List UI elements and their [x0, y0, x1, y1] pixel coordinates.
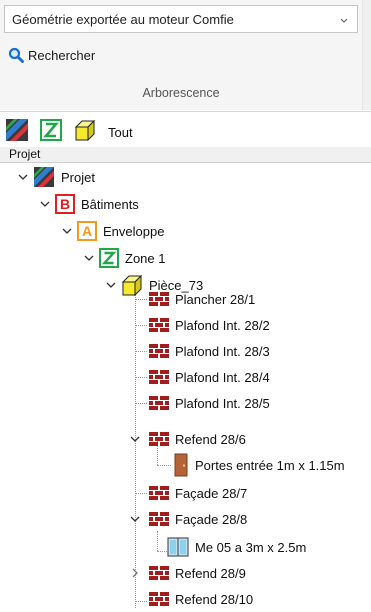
chevron-down-icon[interactable]: [106, 280, 116, 290]
tree-node-label: Refend 28/10: [175, 591, 254, 607]
tree-node-label: Plancher 28/1: [175, 291, 256, 307]
brick-wall-icon: [149, 486, 169, 500]
tree-node-wall[interactable]: Refend 28/6: [149, 427, 246, 451]
enveloppe-icon: A: [77, 221, 97, 241]
tree-node-label: Refend 28/9: [175, 565, 246, 581]
brick-wall-icon: [149, 344, 169, 358]
brick-wall-icon: [149, 592, 169, 606]
tree-node-label: Plafond Int. 28/3: [175, 343, 270, 359]
tree-node-label: Bâtiments: [81, 196, 139, 212]
brick-wall-icon: [149, 370, 169, 384]
tree-node-wall[interactable]: Refend 28/10: [149, 587, 253, 611]
tree-node-window[interactable]: Me 05 a 3m x 2.5m: [167, 535, 306, 559]
tree-node-wall[interactable]: Plancher 28/1: [149, 287, 255, 311]
tree-node-door[interactable]: Portes entrée 1m x 1.15m: [173, 453, 345, 477]
projet-filter-icon[interactable]: [6, 119, 28, 141]
geometry-filter-select[interactable]: Géométrie exportée au moteur Comfie: [4, 5, 358, 33]
tree-node-label: Me 05 a 3m x 2.5m: [195, 539, 307, 555]
tree-connector: [135, 288, 136, 608]
svg-text:A: A: [82, 223, 92, 239]
tree-node-label: Plafond Int. 28/5: [175, 395, 270, 411]
tree-node-label: Portes entrée 1m x 1.15m: [195, 457, 345, 473]
tree-node-batiments[interactable]: B Bâtiments: [55, 192, 139, 216]
zone-filter-icon[interactable]: [40, 119, 62, 141]
chevron-down-icon[interactable]: [40, 199, 50, 209]
tree-node-label: Façade 28/8: [175, 511, 248, 527]
tree-node-label: Plafond Int. 28/4: [175, 369, 270, 385]
top-panel: Géométrie exportée au moteur Comfie Rech…: [0, 0, 371, 110]
batiment-icon: B: [55, 194, 75, 214]
tree-column-header[interactable]: Projet: [0, 147, 371, 163]
brick-wall-icon: [149, 566, 169, 580]
tree-node-label: Zone 1: [125, 250, 166, 266]
geometry-filter-value: Géométrie exportée au moteur Comfie: [12, 11, 234, 27]
search-button[interactable]: Rechercher: [8, 47, 95, 63]
tree-node-label: Façade 28/7: [175, 485, 248, 501]
brick-wall-icon: [149, 292, 169, 306]
tree-node-label: Enveloppe: [103, 223, 165, 239]
svg-text:B: B: [60, 196, 70, 212]
chevron-down-icon[interactable]: [62, 226, 72, 236]
tree-view: Projet B Bâtiments A Enveloppe Zone 1 Pi…: [0, 163, 371, 612]
tree-node-label: Refend 28/6: [175, 431, 246, 447]
window-icon: [167, 537, 189, 557]
tree-node-wall[interactable]: Plafond Int. 28/5: [149, 391, 270, 415]
door-icon: [174, 453, 188, 477]
section-title: Arborescence: [142, 86, 220, 100]
zone-icon: [99, 248, 119, 268]
search-label: Rechercher: [28, 47, 96, 63]
chevron-right-icon[interactable]: [130, 568, 140, 578]
chevron-down-icon[interactable]: [18, 172, 28, 182]
tree-node-projet[interactable]: Projet: [33, 165, 95, 189]
chevron-down-icon[interactable]: [84, 253, 94, 263]
projet-icon: [34, 167, 54, 187]
tree-node-zone[interactable]: Zone 1: [99, 246, 165, 270]
brick-wall-icon: [149, 432, 169, 446]
chevron-down-icon[interactable]: [130, 514, 140, 524]
brick-wall-icon: [149, 396, 169, 410]
tree-node-label: Plafond Int. 28/2: [175, 317, 270, 333]
panel-edge: [362, 0, 371, 110]
tree-node-wall[interactable]: Plafond Int. 28/3: [149, 339, 270, 363]
search-icon: [8, 47, 24, 63]
tree-node-label: Projet: [61, 169, 95, 185]
cube-filter-icon[interactable]: [74, 119, 96, 141]
all-button[interactable]: Tout: [108, 125, 133, 140]
brick-wall-icon: [149, 318, 169, 332]
tree-toolbar: Tout: [0, 111, 371, 147]
tree-node-wall[interactable]: Façade 28/7: [149, 481, 247, 505]
brick-wall-icon: [149, 512, 169, 526]
tree-node-wall[interactable]: Plafond Int. 28/2: [149, 313, 270, 337]
chevron-down-icon: [340, 18, 348, 23]
cube-icon: [121, 274, 143, 296]
tree-node-enveloppe[interactable]: A Enveloppe: [77, 219, 164, 243]
tree-node-wall[interactable]: Plafond Int. 28/4: [149, 365, 270, 389]
tree-node-wall[interactable]: Refend 28/9: [149, 561, 246, 585]
tree-node-wall[interactable]: Façade 28/8: [149, 507, 247, 531]
chevron-down-icon[interactable]: [130, 434, 140, 444]
